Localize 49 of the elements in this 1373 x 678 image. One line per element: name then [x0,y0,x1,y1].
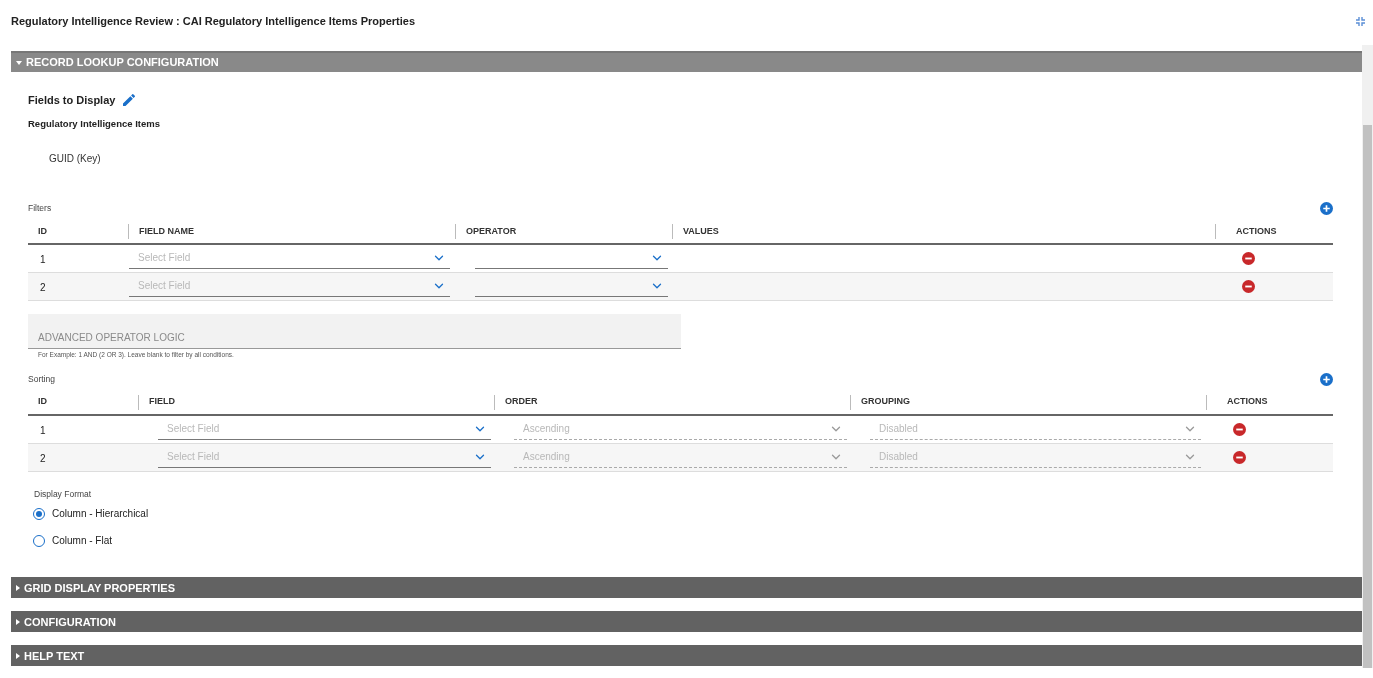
section-header[interactable]: GRID DISPLAY PROPERTIES [11,577,1362,599]
display-format-label: Display Format [34,487,93,501]
caret-right-icon [16,652,20,659]
fields-heading: Fields to Display [28,93,116,108]
filters-label: Filters [28,201,52,215]
remove-icon[interactable] [1242,279,1255,293]
caret-right-icon [16,618,20,625]
sorting-label: Sorting [28,372,55,386]
collapse-icon[interactable] [1356,17,1365,26]
column-header: FIELD [148,395,175,409]
select-field[interactable]: Select Field [129,247,450,270]
add-icon[interactable] [1320,372,1333,386]
column-header: ACTIONS [1235,224,1277,238]
row-id: 1 [39,254,46,266]
remove-icon[interactable] [1233,450,1246,464]
column-header: OPERATOR [465,224,517,238]
radio-label: Column - Flat [52,534,112,549]
field-item: GUID (Key) [49,151,102,166]
column-header: FIELD NAME [138,224,194,238]
advanced-logic-field[interactable]: ADVANCED OPERATOR LOGIC [28,313,681,349]
section-header[interactable]: RECORD LOOKUP CONFIGURATION [11,51,1362,72]
column-header: ID [37,395,47,409]
select-field[interactable]: Select Field [129,275,450,298]
section-title: RECORD LOOKUP CONFIGURATION [26,55,219,71]
column-header: ACTIONS [1226,395,1268,409]
scrollbar[interactable] [1362,45,1373,668]
select-field[interactable]: Select Field [158,446,491,468]
remove-icon[interactable] [1242,251,1255,265]
window-title: Regulatory Intelligence Review : CAI Regulatory Intelligence Items Properties [11,14,416,30]
column-header: ORDER [504,395,538,409]
select-field[interactable]: Select Field [158,418,491,440]
section-title: GRID DISPLAY PROPERTIES [24,580,175,596]
edit-icon[interactable] [121,92,138,109]
row-id: 2 [39,282,46,294]
object-name: Regulatory Intelligence Items [28,116,161,131]
row-id: 2 [39,453,46,464]
caret-down-icon [16,60,22,65]
radio-label: Column - Hierarchical [52,507,149,522]
section-title: HELP TEXT [24,648,85,664]
column-header: VALUES [682,224,719,238]
section-header[interactable]: HELP TEXT [11,645,1362,667]
section-header[interactable]: CONFIGURATION [11,611,1362,633]
caret-right-icon [16,584,20,591]
section-title: CONFIGURATION [24,614,117,630]
row-id: 1 [39,425,46,436]
column-header: ID [37,224,47,238]
column-header: GROUPING [860,395,910,409]
remove-icon[interactable] [1233,422,1246,436]
add-icon[interactable] [1320,201,1333,215]
